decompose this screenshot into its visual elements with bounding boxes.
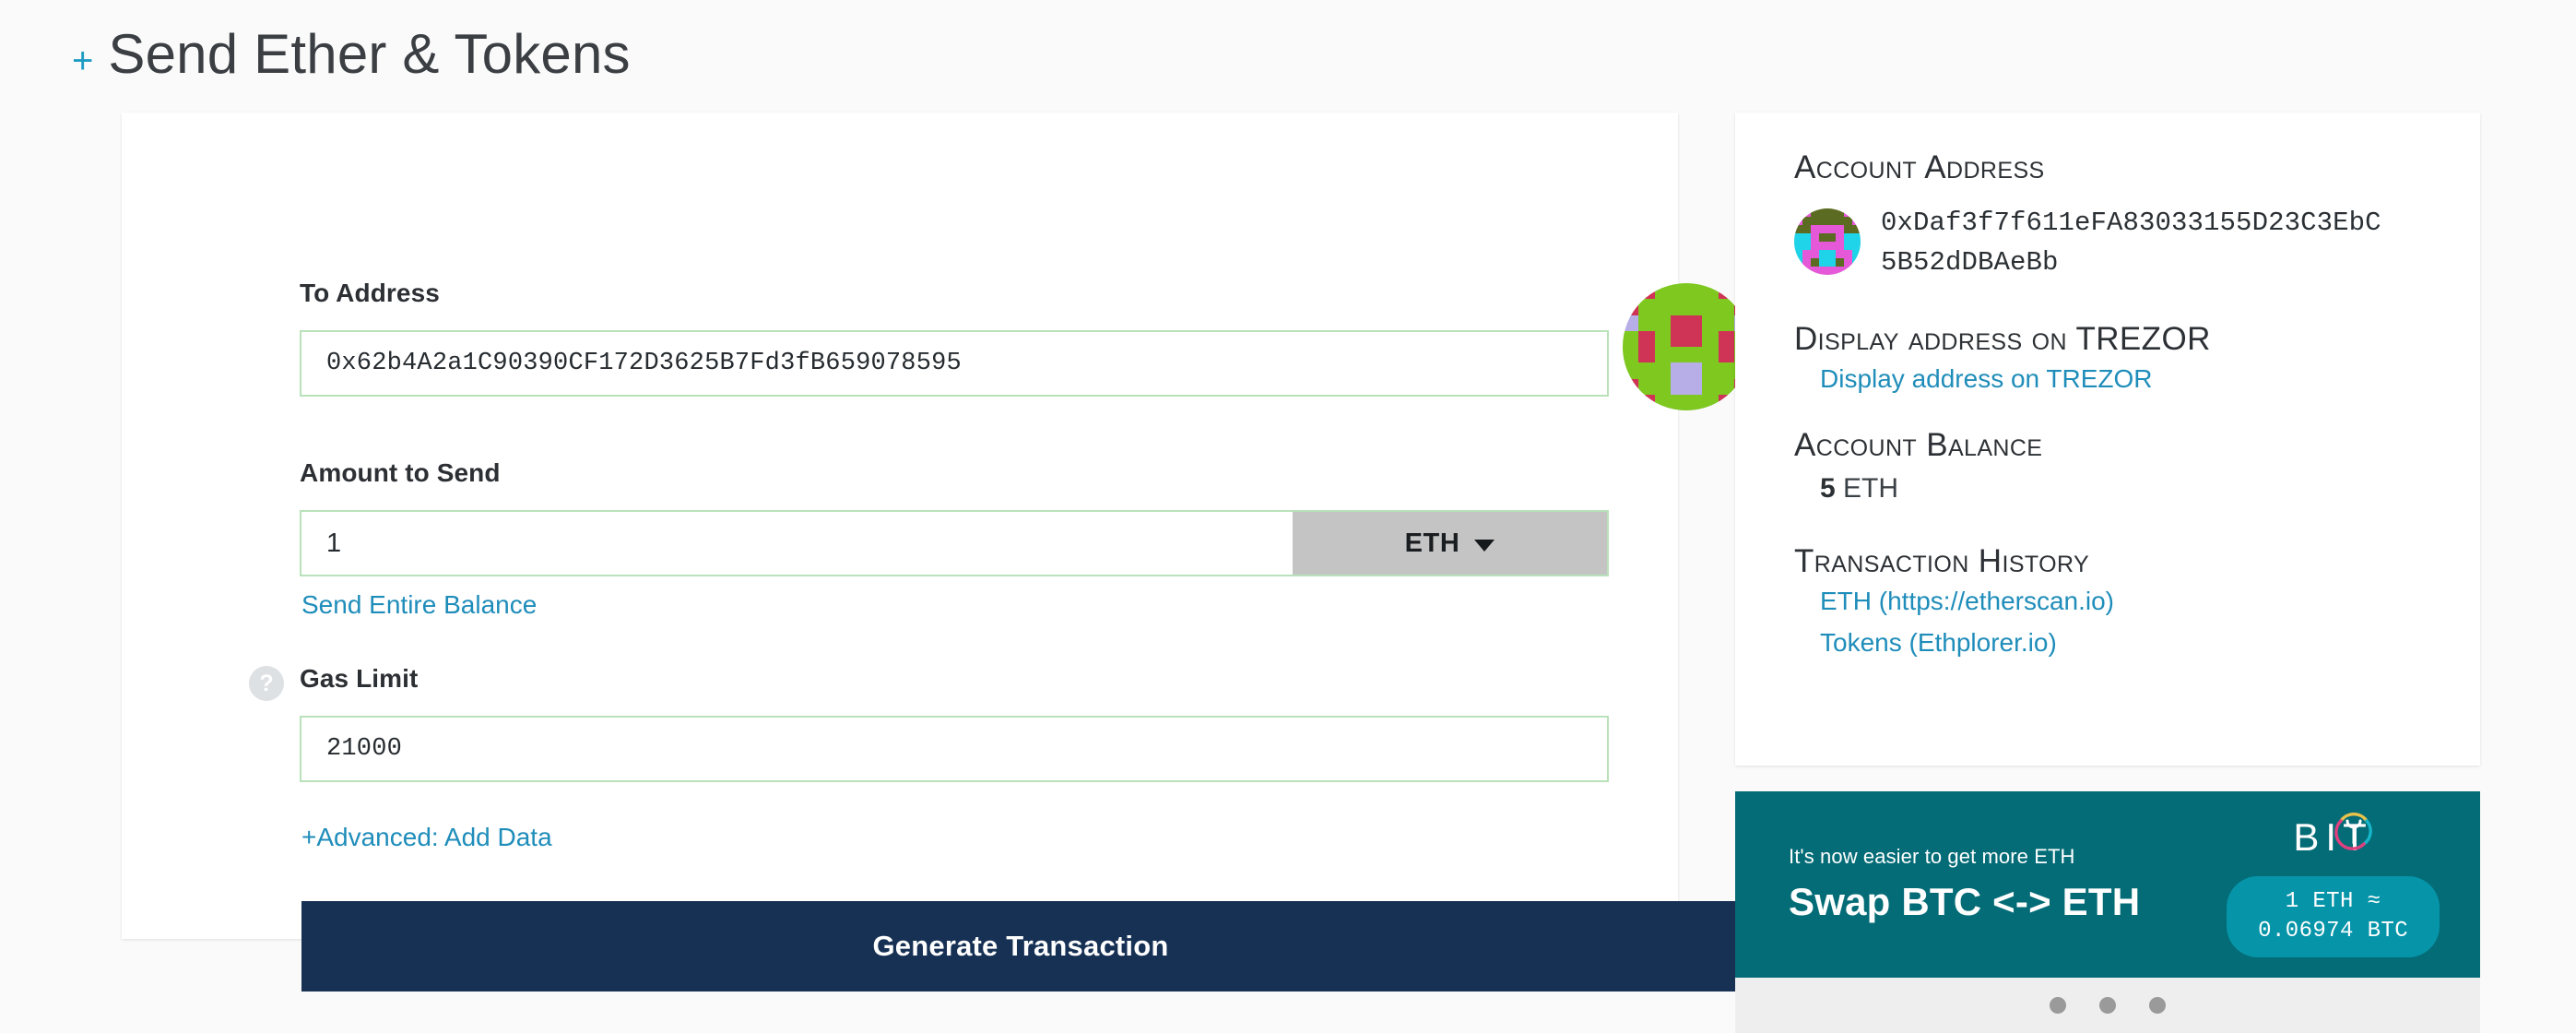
bity-logo: BIT: [2293, 812, 2372, 863]
carousel-dot[interactable]: [2149, 997, 2166, 1014]
account-blockie-grid: [1794, 208, 1861, 275]
send-form-card: To Address 0x62b4A2a1C90390CF172D3625B7F…: [122, 113, 1750, 991]
page-title: Send Ether & Tokens: [108, 23, 631, 85]
gas-limit-label: Gas Limit: [300, 664, 419, 693]
tx-history-link-tokens[interactable]: Tokens (Ethplorer.io): [1820, 622, 2480, 663]
unit-select[interactable]: ETH: [1293, 510, 1609, 576]
amount-row: 1 ETH: [300, 510, 1609, 576]
rate-line-1: 1 ETH ≈: [2285, 889, 2381, 914]
account-blockie-icon: [1794, 208, 1861, 275]
account-address-heading: Account Address: [1794, 149, 2045, 185]
account-balance-value: 5 ETH: [1820, 473, 2480, 505]
account-address-row: 0xDaf3f7f611eFA83033155D23C3EbC5B52dDBAe…: [1794, 203, 2480, 282]
carousel-dot[interactable]: [2099, 997, 2116, 1014]
gas-limit-label-row: ? Gas Limit: [249, 664, 1609, 701]
balance-unit: ETH: [1843, 473, 1899, 504]
transaction-history-heading: Transaction History: [1794, 543, 2090, 579]
address-blockie-icon: [1623, 283, 1750, 410]
to-address-field-group: To Address 0x62b4A2a1C90390CF172D3625B7F…: [300, 279, 1609, 397]
amount-input[interactable]: 1: [300, 510, 1293, 576]
amount-label: Amount to Send: [300, 458, 501, 487]
account-info-card: Account Address 0xDaf3f7f611eFA83033155D…: [1735, 113, 2480, 766]
rate-line-2: 0.06974 BTC: [2258, 919, 2408, 944]
question-mark-icon[interactable]: ?: [249, 666, 284, 701]
transaction-history-links: ETH (https://etherscan.io) Tokens (Ethpl…: [1820, 580, 2480, 663]
carousel-dot[interactable]: [2050, 997, 2066, 1014]
page-header: + Send Ether & Tokens: [0, 0, 2576, 109]
unit-select-value: ETH: [1404, 528, 1460, 558]
promo-carousel-dots: [1735, 978, 2480, 1033]
generate-transaction-button[interactable]: Generate Transaction: [301, 901, 1740, 991]
send-entire-balance-link[interactable]: Send Entire Balance: [301, 590, 537, 620]
exchange-rate-pill[interactable]: 1 ETH ≈ 0.06974 BTC: [2227, 876, 2440, 957]
bity-ring-icon: [2334, 812, 2372, 850]
gas-limit-input[interactable]: 21000: [300, 716, 1609, 782]
advanced-add-data-link[interactable]: +Advanced: Add Data: [301, 823, 552, 852]
promo-kicker: It's now easier to get more ETH: [1789, 845, 2075, 868]
recipient-blockie-grid: [1623, 283, 1750, 410]
display-address-on-trezor-link[interactable]: Display address on TREZOR: [1820, 358, 2480, 399]
promo-brand-block: BIT 1 ETH ≈ 0.06974 BTC: [2227, 812, 2440, 957]
expand-plus-icon[interactable]: +: [72, 42, 93, 79]
to-address-input[interactable]: 0x62b4A2a1C90390CF172D3625B7Fd3fB6590785…: [300, 330, 1609, 397]
to-address-label: To Address: [300, 279, 440, 307]
promo-text-block: It's now easier to get more ETH Swap BTC…: [1789, 845, 2227, 924]
chevron-down-icon: [1474, 540, 1495, 552]
gas-limit-field-group: ? Gas Limit 21000: [249, 664, 1609, 782]
display-trezor-link-wrap: Display address on TREZOR: [1820, 358, 2480, 399]
display-trezor-heading: Display address on TREZOR: [1794, 321, 2211, 357]
tx-history-link-eth[interactable]: ETH (https://etherscan.io): [1820, 580, 2480, 622]
page-root: + Send Ether & Tokens To Address 0x62b4A…: [0, 0, 2576, 1033]
promo-title: Swap BTC <-> ETH: [1789, 880, 2141, 923]
account-balance-heading: Account Balance: [1794, 427, 2043, 463]
amount-field-group: Amount to Send 1 ETH: [300, 458, 1609, 576]
balance-amount: 5: [1820, 473, 1836, 504]
promo-banner[interactable]: It's now easier to get more ETH Swap BTC…: [1735, 791, 2480, 978]
account-address-value: 0xDaf3f7f611eFA83033155D23C3EbC5B52dDBAe…: [1881, 208, 2381, 278]
